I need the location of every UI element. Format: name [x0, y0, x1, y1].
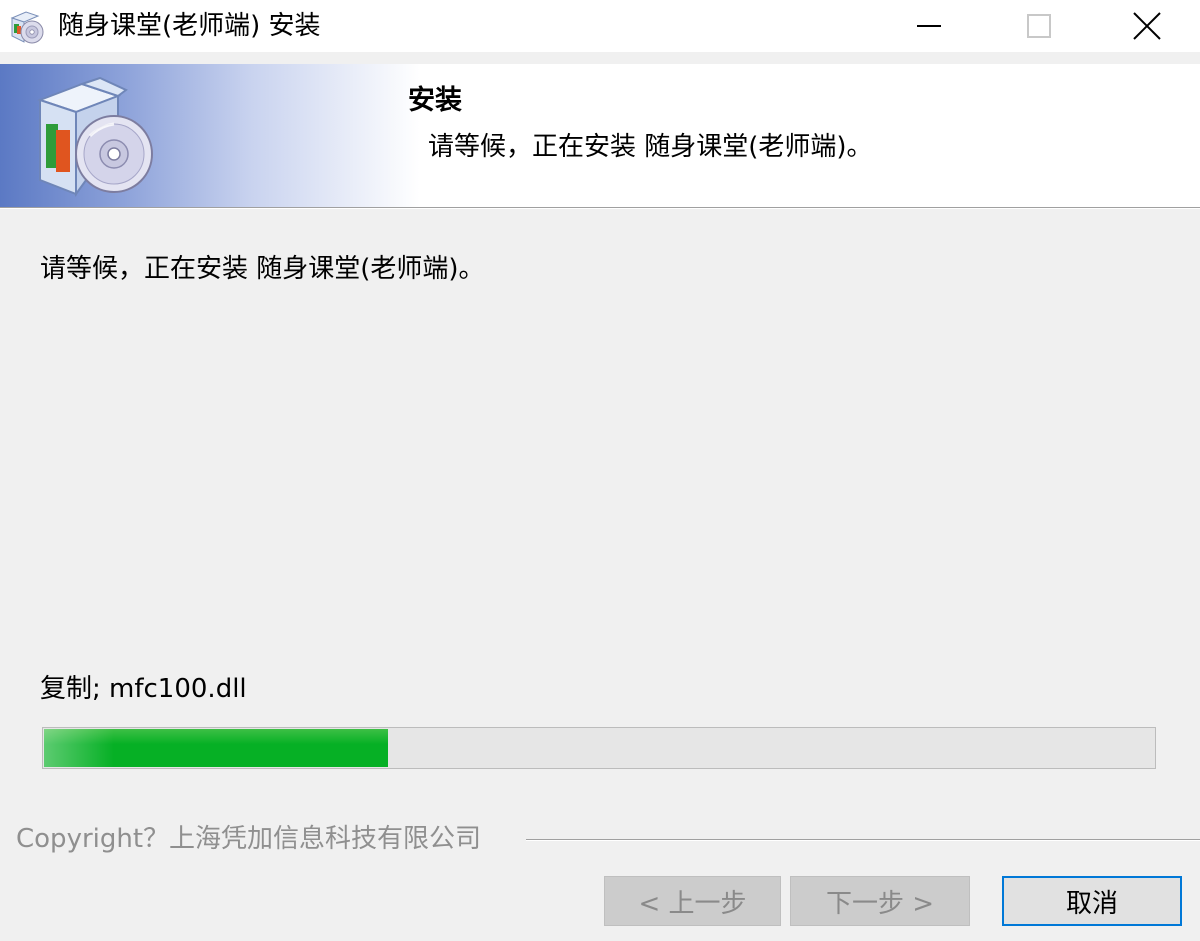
footer-divider-highlight [526, 840, 1200, 841]
installer-app-icon [10, 11, 44, 44]
window-title: 随身课堂(老师端) 安装 [58, 11, 321, 41]
maximize-icon [1027, 14, 1051, 38]
back-button[interactable]: < 上一步 [604, 876, 781, 926]
minimize-icon [917, 25, 941, 27]
header-subtitle: 请等候，正在安装 随身课堂(老师端)。 [428, 132, 873, 162]
current-file-label: 复制; mfc100.dll [40, 674, 247, 704]
maximize-button[interactable] [984, 0, 1094, 52]
header-divider-highlight [0, 208, 1200, 209]
title-bar[interactable]: 随身课堂(老师端) 安装 [0, 0, 1200, 52]
close-button[interactable] [1094, 0, 1200, 52]
installer-window: 随身课堂(老师端) 安装 安装 请等候，正在安装 随身课堂(老师端)。 请等候，… [0, 0, 1200, 941]
status-text: 请等候，正在安装 随身课堂(老师端)。 [40, 254, 485, 284]
cancel-button[interactable]: 取消 [1002, 876, 1182, 926]
install-progress-bar [42, 727, 1156, 769]
progress-fill [44, 729, 388, 767]
close-icon [1133, 12, 1161, 40]
copyright-text: Copyright？上海凭加信息科技有限公司 [16, 824, 482, 854]
next-button[interactable]: 下一步 > [790, 876, 970, 926]
header-title: 安装 [408, 85, 462, 116]
installer-box-disc-icon [37, 76, 153, 198]
minimize-button[interactable] [874, 0, 984, 52]
